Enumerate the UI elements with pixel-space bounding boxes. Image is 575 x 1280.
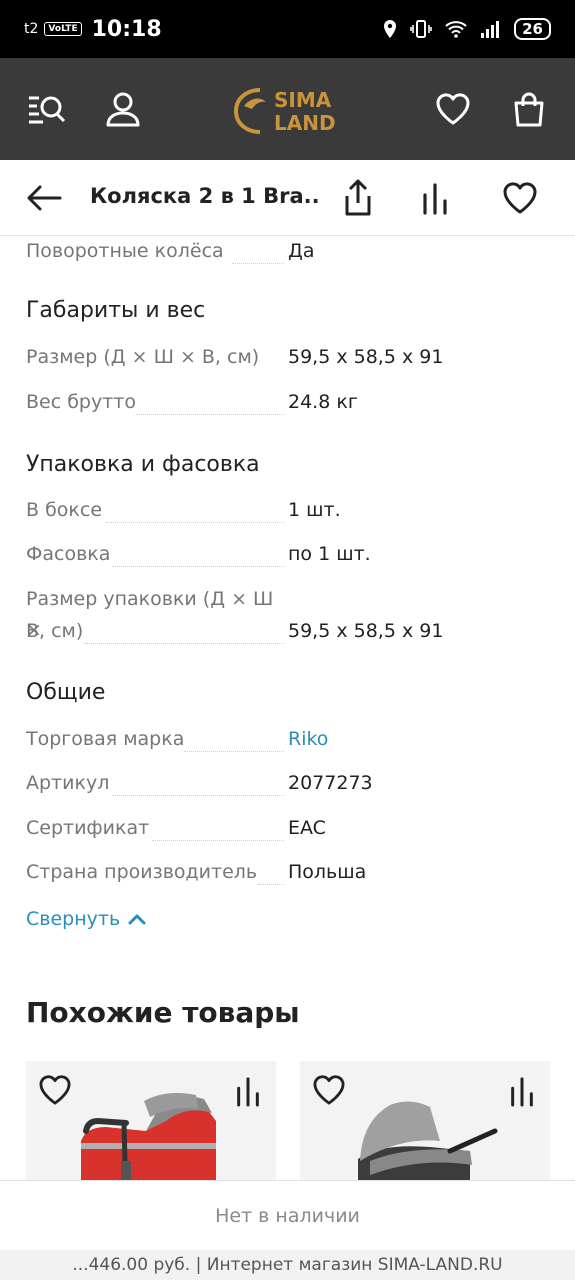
dotted-leader xyxy=(184,751,284,752)
similar-products-title: Похожие товары xyxy=(26,996,300,1029)
out-of-stock-label: Нет в наличии xyxy=(215,1204,360,1227)
signal-icon xyxy=(481,21,500,38)
similar-product-card[interactable] xyxy=(26,1061,276,1180)
location-icon xyxy=(384,20,397,38)
arrow-left-icon xyxy=(27,185,62,211)
chevron-up-icon xyxy=(128,914,146,925)
collapse-specs-button[interactable]: Свернуть xyxy=(26,908,146,930)
spec-value: 1 шт. xyxy=(288,499,341,521)
similar-product-card[interactable] xyxy=(300,1061,550,1180)
carrier-label: t2 xyxy=(24,21,39,37)
favorites-button[interactable] xyxy=(432,88,474,130)
spec-value: Да xyxy=(288,240,315,262)
dotted-leader xyxy=(232,263,284,264)
status-bar: t2 VoLTE 10:18 26 xyxy=(0,0,575,58)
spec-label: Страна производитель xyxy=(26,861,258,883)
dotted-leader xyxy=(112,566,284,567)
dotted-leader xyxy=(84,643,284,644)
heart-icon xyxy=(503,182,537,214)
heart-icon xyxy=(39,1075,71,1105)
spec-value: 24.8 кг xyxy=(288,391,358,413)
collapse-label: Свернуть xyxy=(26,908,121,930)
footer-text: ...446.00 руб. | Интернет магазин SIMA-L… xyxy=(72,1255,503,1275)
catalog-search-icon xyxy=(29,96,66,124)
volte-badge: VoLTE xyxy=(44,22,82,36)
dotted-leader xyxy=(152,840,284,841)
page-title: Коляска 2 в 1 Bra... xyxy=(90,184,320,208)
bag-icon xyxy=(514,92,544,127)
heart-icon xyxy=(313,1075,345,1105)
logo-text-land: LAND xyxy=(274,111,336,135)
spec-value: по 1 шт. xyxy=(288,543,371,565)
card-compare-button[interactable] xyxy=(508,1075,536,1111)
page-footer: ...446.00 руб. | Интернет магазин SIMA-L… xyxy=(0,1250,575,1280)
spec-value: 59,5 х 58,5 х 91 xyxy=(288,346,444,368)
profile-button[interactable] xyxy=(102,88,144,130)
brand-link[interactable]: Riko xyxy=(288,724,328,755)
section-title-general: Общие xyxy=(26,680,106,705)
dotted-leader xyxy=(112,795,284,796)
spec-value: 59,5 х 58,5 х 91 xyxy=(288,620,444,642)
section-title-packaging: Упаковка и фасовка xyxy=(26,452,260,477)
product-toolbar: Коляска 2 в 1 Bra... xyxy=(0,160,575,236)
dotted-leader xyxy=(106,522,284,523)
wifi-icon xyxy=(445,21,467,38)
logo-text-sima: SIMA xyxy=(274,88,332,112)
section-title-dimensions: Габариты и вес xyxy=(26,298,206,323)
user-icon xyxy=(106,92,140,127)
compare-icon xyxy=(511,1077,533,1107)
availability-bar: Нет в наличии xyxy=(0,1180,575,1250)
card-compare-button[interactable] xyxy=(234,1075,262,1111)
battery-indicator: 26 xyxy=(514,18,551,40)
app-header: SIMA LAND xyxy=(0,58,575,160)
spec-label: Размер (Д × Ш × В, см) xyxy=(26,346,260,368)
spec-value: Польша xyxy=(288,861,367,883)
card-favorite-button[interactable] xyxy=(38,1075,72,1109)
share-icon xyxy=(345,179,371,216)
spec-value: EAC xyxy=(288,817,326,839)
share-button[interactable] xyxy=(336,176,380,220)
compare-icon xyxy=(423,183,447,215)
spec-value: 2077273 xyxy=(288,772,373,794)
catalog-search-button[interactable] xyxy=(25,88,67,130)
compare-icon xyxy=(237,1077,259,1107)
back-button[interactable] xyxy=(22,176,66,220)
favorite-button[interactable] xyxy=(498,176,542,220)
status-time: 10:18 xyxy=(91,16,162,42)
card-favorite-button[interactable] xyxy=(312,1075,346,1109)
dotted-leader xyxy=(258,884,284,885)
product-specs[interactable]: Поворотные колёса Да Габариты и вес Разм… xyxy=(0,236,575,1180)
sima-land-logo[interactable]: SIMA LAND xyxy=(230,84,348,136)
cart-button[interactable] xyxy=(508,88,550,130)
dotted-leader xyxy=(136,414,284,415)
heart-icon xyxy=(436,93,470,125)
vibrate-icon xyxy=(410,20,432,38)
compare-button[interactable] xyxy=(413,176,457,220)
